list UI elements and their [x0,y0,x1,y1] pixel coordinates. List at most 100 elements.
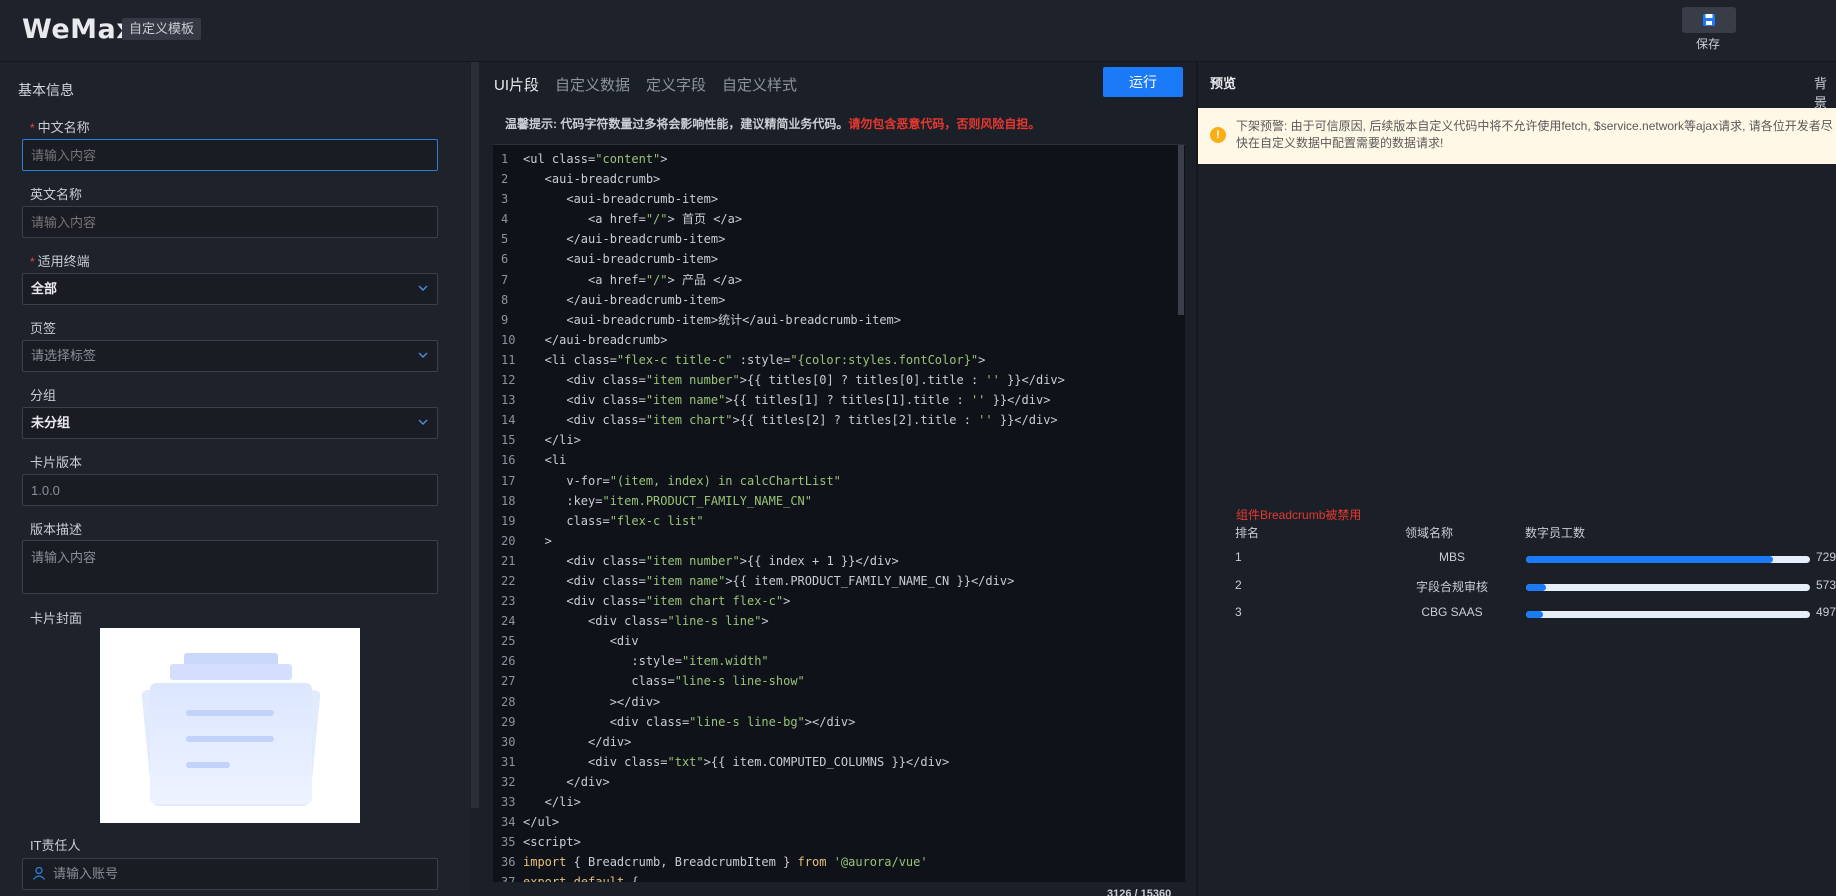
code-line: 33 </li> [493,792,1173,812]
line-number: 13 [501,393,516,408]
save-button[interactable] [1682,7,1736,33]
version-input[interactable] [22,474,438,506]
code-line: 28 ></div> [493,692,1173,712]
code-text: <aui-breadcrumb-item> [523,192,719,207]
run-button[interactable]: 运行 [1103,67,1183,97]
code-line: 4 <a href="/"> 首页 </a> [493,209,1173,229]
basic-info-title: 基本信息 [18,82,74,98]
line-number: 7 [501,272,509,287]
line-number: 20 [501,533,516,548]
cn-name-label: * 中文名称 [30,117,90,136]
save-label[interactable]: 保存 [1696,35,1720,52]
line-number: 26 [501,654,516,669]
template-type-badge: 自定义模板 [122,18,202,40]
code-text: :key="item.PRODUCT_FAMILY_NAME_CN" [523,493,812,508]
code-text: <aui-breadcrumb> [523,172,661,187]
tip-warning: 请勿包含恶意代码，否则风险自担。 [848,117,1041,131]
line-number: 19 [501,513,516,528]
code-text: export default { [523,875,639,882]
en-name-input[interactable] [22,206,438,238]
code-text: <a href="/"> 首页 </a> [523,212,743,227]
tag-select-placeholder: 请选择标签 [31,348,97,363]
tab-ui-fragment[interactable]: UI片段 [494,74,539,95]
terminal-label: * 适用终端 [30,251,90,270]
cn-name-input[interactable] [22,139,438,171]
user-icon [32,866,46,880]
code-line: 7 <a href="/"> 产品 </a> [493,270,1173,290]
column-header-domain: 领域名称 [1405,526,1454,540]
line-number: 31 [501,754,516,769]
row-value: 573 [1816,578,1836,592]
tag-select[interactable]: 请选择标签 [22,340,438,372]
it-owner-input[interactable]: 请输入账号 [22,858,438,890]
line-number: 17 [501,473,516,488]
code-text: <div class="item number">{{ index + 1 }}… [523,553,899,568]
line-number: 22 [501,573,516,588]
code-line: 19 class="flex-c list" [493,511,1173,531]
code-text: :style="item.width" [523,654,769,669]
code-line: 18 :key="item.PRODUCT_FAMILY_NAME_CN" [493,491,1173,511]
tab-define-fields[interactable]: 定义字段 [646,74,706,95]
line-number: 12 [501,373,516,388]
code-text: <div class="txt">{{ item.COMPUTED_COLUMN… [523,754,950,769]
line-number: 25 [501,634,516,649]
code-text: </div> [523,774,610,789]
code-line: 11 <li class="flex-c title-c" :style="{c… [493,350,1173,370]
code-scrollbar[interactable] [1178,145,1184,315]
terminal-select[interactable]: 全部 [22,273,438,305]
code-text: <li [523,453,567,468]
table-row: 1 MBS 729 [1198,550,1836,574]
code-line: 30 </div> [493,732,1173,752]
tip-text: 温馨提示: 代码字符数量过多将会影响性能，建议精简业务代码。 [505,117,849,131]
group-select[interactable]: 未分组 [22,407,438,439]
code-lines: 1 <ul class="content"> 2 <aui-breadcrumb> 3… [493,149,1173,882]
line-number: 28 [501,694,516,709]
line-number: 9 [501,312,509,327]
tab-custom-data[interactable]: 自定义数据 [555,74,630,95]
column-header-rank: 排名 [1235,526,1260,540]
code-line: 13 <div class="item name">{{ titles[1] ?… [493,390,1173,410]
line-number: 10 [501,332,516,347]
row-value: 497 [1816,605,1836,619]
required-mark: * [30,121,35,135]
card-cover-image[interactable] [100,628,360,823]
code-line: 16 <li [493,450,1173,470]
code-text: class="flex-c list" [523,513,704,528]
code-line: 23 <div class="item chart flex-c"> [493,591,1173,611]
row-rank: 3 [1235,605,1242,619]
terminal-select-value: 全部 [31,281,58,296]
progress-bar-track [1526,584,1810,591]
table-row: 3 CBG SAAS 497 [1198,605,1836,629]
empty-folder-illustration [141,653,321,806]
code-text: </div> [523,734,632,749]
code-line: 17 v-for="(item, index) in calcChartList… [493,471,1173,491]
code-text: v-for="(item, index) in calcChartList" [523,473,841,488]
code-line: 22 <div class="item name">{{ item.PRODUC… [493,571,1173,591]
row-domain-name: MBS [1438,550,1465,564]
row-value: 729 [1816,550,1836,564]
code-text: </aui-breadcrumb-item> [523,232,726,247]
code-text: <div class="item name">{{ titles[1] ? ti… [523,393,1051,408]
version-desc-textarea[interactable]: 请输入内容 [22,540,438,594]
version-desc-label: 版本描述 [30,522,83,537]
code-text: <div class="item name">{{ item.PRODUCT_F… [523,573,1015,588]
code-line: 27 class="line-s line-show" [493,671,1173,691]
code-editor-panel: UI片段 自定义数据 定义字段 自定义样式 运行 温馨提示: 代码字符数量过多将… [479,62,1189,896]
line-number: 23 [501,594,516,609]
line-number: 34 [501,815,516,830]
progress-bar-fill [1526,556,1774,563]
line-number: 29 [501,714,516,729]
code-line: 10 </aui-breadcrumb> [493,330,1173,350]
background-setting[interactable]: 背景 [1814,73,1836,111]
code-line: 5 </aui-breadcrumb-item> [493,229,1173,249]
tab-custom-style[interactable]: 自定义样式 [722,74,797,95]
code-line: 3 <aui-breadcrumb-item> [493,189,1173,209]
app-logo: WeMax [22,14,135,45]
row-domain-name: 字段合规审核 [1415,580,1488,594]
left-panel-scrollbar[interactable] [471,62,479,808]
progress-bar-track [1526,611,1810,618]
code-text: <div class="line-s line-bg"></div> [523,714,856,729]
code-line: 9 <aui-breadcrumb-item>统计</aui-breadcrum… [493,310,1173,330]
char-counter: 3126 / 15360 [1107,888,1172,896]
code-editor[interactable]: 1 <ul class="content"> 2 <aui-breadcrumb> 3… [493,144,1185,882]
